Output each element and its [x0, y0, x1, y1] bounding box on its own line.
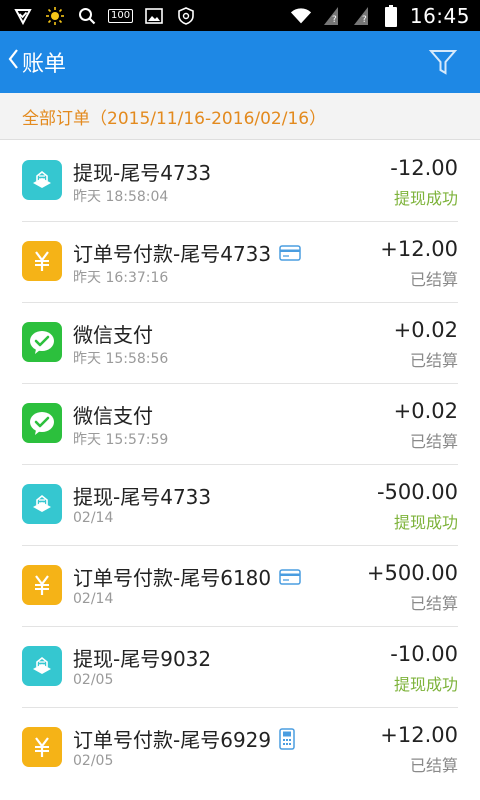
transaction-title: 订单号付款-尾号6180	[73, 566, 272, 590]
transaction-amount: +0.02	[393, 318, 458, 342]
transaction-status: 提现成功	[393, 189, 458, 208]
transaction-amount: +500.00	[366, 561, 458, 585]
back-button[interactable]: 账单	[0, 46, 66, 78]
transaction-row[interactable]: 提现-尾号4733 昨天 18:58:04 -12.00 提现成功	[0, 140, 480, 221]
transaction-amount: -500.00	[376, 480, 458, 504]
transaction-title-wrap: 微信支付	[73, 319, 153, 348]
transaction-title-wrap: 订单号付款-尾号6180	[73, 562, 301, 591]
transaction-date: 昨天 18:58:04	[73, 189, 169, 205]
transaction-amount: -12.00	[390, 156, 458, 180]
wechat-pay-icon	[22, 322, 62, 362]
sim-unknown-icon: ?	[350, 6, 372, 25]
transaction-status: 提现成功	[393, 513, 458, 532]
wechat-pay-icon	[22, 403, 62, 443]
transaction-title-wrap: 提现-尾号4733	[73, 481, 211, 510]
transaction-row[interactable]: 提现-尾号4733 02/14 -500.00 提现成功	[0, 464, 480, 545]
transaction-date: 02/05	[73, 672, 114, 688]
transaction-list: 提现-尾号4733 昨天 18:58:04 -12.00 提现成功 订单号付款-…	[0, 140, 480, 800]
shield-check-icon	[12, 7, 34, 25]
svg-text:?: ?	[362, 15, 367, 25]
app-header: 账单	[0, 31, 480, 93]
signal-unknown-icon: ?	[320, 6, 342, 25]
shield-icon	[175, 6, 197, 25]
transaction-status: 提现成功	[393, 675, 458, 694]
date-range-label: 全部订单（2015/11/16-2016/02/16）	[22, 108, 327, 129]
transaction-title: 提现-尾号4733	[73, 485, 212, 509]
transaction-status: 已结算	[409, 270, 458, 289]
transaction-row[interactable]: 订单号付款-尾号4733 昨天 16:37:16 +12.00 已结算	[0, 221, 480, 302]
transaction-row[interactable]: 微信支付 昨天 15:57:59 +0.02 已结算	[0, 383, 480, 464]
status-bar: 100 ? ? 16:45	[0, 0, 480, 31]
transaction-date: 02/05	[73, 753, 114, 769]
pos-terminal-icon	[279, 727, 295, 750]
transaction-title: 订单号付款-尾号4733	[73, 242, 272, 266]
battery-icon	[380, 4, 402, 27]
transaction-date: 昨天 15:57:59	[73, 432, 169, 448]
transaction-title: 提现-尾号4733	[73, 161, 212, 185]
transaction-title: 微信支付	[73, 404, 153, 428]
transaction-status: 已结算	[409, 351, 458, 370]
transaction-date: 02/14	[73, 591, 114, 607]
transaction-status: 已结算	[409, 594, 458, 613]
transaction-row[interactable]: 提现-尾号9032 02/05 -10.00 提现成功	[0, 626, 480, 707]
withdraw-icon	[22, 160, 62, 200]
transaction-date: 昨天 16:37:16	[73, 270, 169, 286]
transaction-amount: +0.02	[393, 399, 458, 423]
transaction-title: 提现-尾号9032	[73, 647, 212, 671]
image-icon	[143, 7, 165, 25]
transaction-title-wrap: 订单号付款-尾号4733	[73, 238, 301, 267]
transaction-amount: +12.00	[380, 723, 458, 747]
wifi-icon	[290, 7, 312, 25]
transaction-row[interactable]: 订单号付款-尾号6929 02/05 +12.00 已结算	[0, 707, 480, 788]
transaction-date: 02/14	[73, 510, 114, 526]
transaction-title-wrap: 提现-尾号9032	[73, 643, 211, 672]
transaction-title: 订单号付款-尾号6929	[73, 728, 272, 752]
battery-100-icon: 100	[108, 8, 134, 23]
transaction-title-wrap: 提现-尾号4733	[73, 157, 211, 186]
transaction-status: 已结算	[409, 756, 458, 775]
chevron-left-icon	[6, 47, 20, 78]
transaction-status: 已结算	[409, 432, 458, 451]
status-time: 16:45	[409, 3, 470, 28]
search-icon	[76, 7, 98, 25]
transaction-title: 微信支付	[73, 323, 153, 347]
sun-icon	[44, 6, 66, 25]
filter-icon[interactable]	[428, 47, 458, 77]
date-range-bar[interactable]: 全部订单（2015/11/16-2016/02/16）	[0, 93, 480, 140]
withdraw-icon	[22, 646, 62, 686]
yuan-icon	[22, 565, 62, 605]
yuan-icon	[22, 241, 62, 281]
bank-card-icon	[279, 568, 301, 585]
transaction-amount: +12.00	[380, 237, 458, 261]
withdraw-icon	[22, 484, 62, 524]
transaction-row[interactable]: 订单号付款-尾号6180 02/14 +500.00 已结算	[0, 545, 480, 626]
transaction-row[interactable]: 微信支付 昨天 15:58:56 +0.02 已结算	[0, 302, 480, 383]
bank-card-icon	[279, 244, 301, 261]
transaction-date: 昨天 15:58:56	[73, 351, 169, 367]
svg-text:?: ?	[332, 15, 337, 25]
transaction-title-wrap: 微信支付	[73, 400, 153, 429]
transaction-title-wrap: 订单号付款-尾号6929	[73, 724, 295, 753]
page-title: 账单	[22, 52, 67, 77]
transaction-amount: -10.00	[390, 642, 458, 666]
yuan-icon	[22, 727, 62, 767]
